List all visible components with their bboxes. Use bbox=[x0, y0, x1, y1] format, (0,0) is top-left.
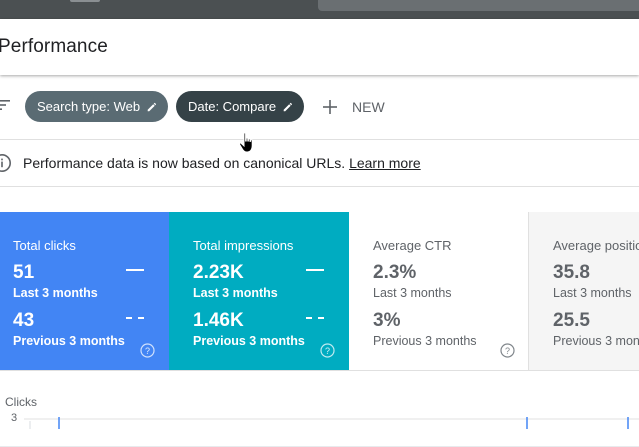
help-circle-icon[interactable]: ? bbox=[320, 343, 335, 358]
help-circle-icon[interactable]: ? bbox=[140, 343, 155, 358]
average-position-card[interactable]: Average position 35.8 Last 3 months 25.5… bbox=[529, 212, 639, 370]
svg-text:?: ? bbox=[325, 346, 330, 356]
previous-period: Previous 3 months bbox=[553, 334, 639, 348]
card-title: Total clicks bbox=[13, 238, 76, 253]
dashed-line-legend bbox=[306, 317, 324, 319]
previous-period: Previous 3 months bbox=[373, 334, 477, 348]
current-period: Last 3 months bbox=[13, 286, 98, 300]
pencil-icon bbox=[283, 102, 293, 111]
total-impressions-card[interactable]: Total impressions 2.23K Last 3 months 1.… bbox=[169, 212, 349, 370]
chip-label: Date: Compare bbox=[188, 99, 277, 114]
app-bar-fragment bbox=[70, 0, 100, 2]
previous-value: 3% bbox=[373, 310, 401, 331]
notice-message: Performance data is now based on canonic… bbox=[23, 155, 350, 171]
card-title: Average CTR bbox=[373, 238, 452, 253]
card-title: Average position bbox=[553, 238, 639, 253]
learn-more-link[interactable]: Learn more bbox=[349, 155, 421, 171]
current-value: 2.23K bbox=[193, 262, 244, 283]
clicks-chart: Clicks 3 bbox=[0, 370, 639, 447]
page-header: Performance bbox=[0, 19, 639, 75]
svg-text:?: ? bbox=[505, 346, 510, 356]
plus-icon bbox=[323, 100, 337, 114]
previous-value: 1.46K bbox=[193, 310, 244, 331]
card-title: Total impressions bbox=[193, 238, 294, 253]
help-circle-icon[interactable]: ? bbox=[500, 343, 515, 358]
new-filter-button[interactable]: NEW bbox=[322, 98, 385, 116]
previous-value: 25.5 bbox=[553, 310, 590, 331]
current-period: Last 3 months bbox=[373, 286, 452, 300]
current-period: Last 3 months bbox=[553, 286, 632, 300]
current-value: 51 bbox=[13, 262, 35, 283]
metric-cards: Total clicks 51 Last 3 months 43 Previou… bbox=[0, 212, 639, 370]
new-filter-label: NEW bbox=[352, 99, 385, 115]
previous-period: Previous 3 months bbox=[13, 334, 125, 348]
current-period: Last 3 months bbox=[193, 286, 278, 300]
top-app-bar bbox=[0, 0, 639, 19]
page-title: Performance bbox=[0, 36, 108, 57]
filter-bar: Search type: Web Date: Compare NEW bbox=[0, 75, 639, 140]
search-bar[interactable] bbox=[318, 0, 639, 11]
pencil-icon bbox=[147, 102, 157, 111]
date-compare-chip[interactable]: Date: Compare bbox=[176, 91, 304, 122]
solid-line-legend bbox=[306, 269, 324, 271]
filter-icon[interactable] bbox=[0, 99, 10, 111]
average-ctr-card[interactable]: Average CTR 2.3% Last 3 months 3% Previo… bbox=[349, 212, 529, 370]
svg-text:?: ? bbox=[145, 346, 150, 356]
search-type-chip[interactable]: Search type: Web bbox=[25, 91, 168, 122]
notice-text: Performance data is now based on canonic… bbox=[23, 155, 421, 171]
info-icon bbox=[0, 154, 11, 172]
chart-plot bbox=[24, 417, 639, 429]
canonical-url-notice: Performance data is now based on canonic… bbox=[0, 140, 639, 187]
current-value: 35.8 bbox=[553, 262, 590, 283]
current-value: 2.3% bbox=[373, 262, 417, 283]
chip-label: Search type: Web bbox=[37, 99, 141, 114]
previous-period: Previous 3 months bbox=[193, 334, 305, 348]
main-content: Search type: Web Date: Compare NEW Perfo… bbox=[0, 75, 639, 446]
hand-cursor-icon bbox=[238, 132, 253, 153]
total-clicks-card[interactable]: Total clicks 51 Last 3 months 43 Previou… bbox=[0, 212, 169, 370]
previous-value: 43 bbox=[13, 310, 35, 331]
solid-line-legend bbox=[126, 269, 144, 271]
dashed-line-legend bbox=[126, 317, 144, 319]
